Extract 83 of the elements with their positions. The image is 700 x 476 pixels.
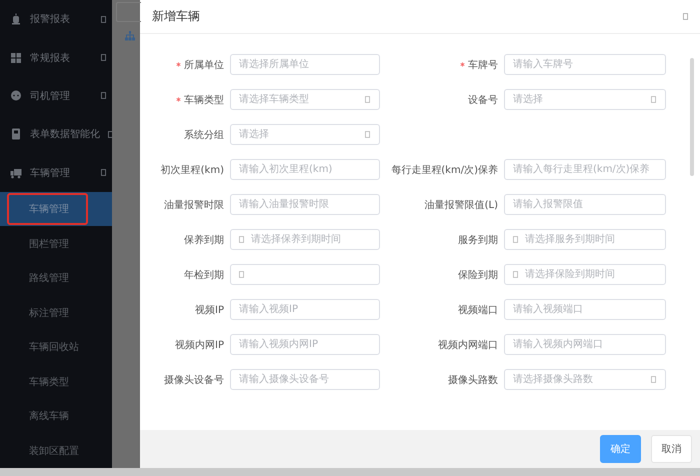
input-field[interactable]: 请输入油量报警时限 — [230, 194, 380, 215]
select-field[interactable]: 请选择摄像头路数 — [504, 369, 666, 390]
input-field[interactable]: 请输入视频内网端口 — [504, 334, 666, 355]
field-label: 视频端口 — [458, 304, 498, 316]
input-field[interactable]: 请输入摄像头设备号 — [230, 369, 380, 390]
menu-item[interactable]: 表单数据智能化 — [0, 115, 112, 154]
menu-item[interactable]: 常规报表 — [0, 38, 112, 77]
input-field[interactable]: 请输入视频端口 — [504, 299, 666, 320]
field-label: 车牌号 — [468, 58, 498, 72]
submenu-item[interactable]: 路线管理 — [0, 260, 112, 296]
input-field[interactable]: 请输入每行走里程(km/次)保养 — [504, 159, 666, 180]
submenu-item[interactable]: 车辆管理 — [0, 192, 112, 226]
square-icon — [101, 92, 106, 100]
field-label: 保养到期 — [184, 234, 224, 246]
menu-item[interactable]: 司机管理 — [0, 76, 112, 116]
tree-icon — [125, 31, 135, 41]
input-field[interactable]: 请输入视频内网IP — [230, 334, 380, 355]
date-field[interactable]: 请选择服务到期时间 — [504, 229, 666, 250]
field-label: 油量报警时限 — [164, 198, 224, 212]
menu-label: 车辆管理 — [30, 166, 71, 180]
scrollbar[interactable] — [690, 58, 694, 176]
menu-label: 常规报表 — [30, 52, 71, 65]
square-icon — [513, 236, 518, 243]
square-icon — [239, 271, 244, 278]
field-label: 服务到期 — [458, 234, 498, 246]
menu-label: 司机管理 — [30, 90, 71, 103]
select-field[interactable]: 请选择车辆类型 — [230, 89, 380, 110]
field-label: 视频内网IP — [175, 338, 224, 352]
field-label: 摄像头路数 — [448, 374, 498, 386]
date-field[interactable]: 请选择保养到期时间 — [230, 229, 380, 250]
grid-icon — [10, 52, 22, 64]
submenu-item[interactable]: 标注管理 — [0, 295, 112, 330]
truck-icon — [10, 166, 22, 179]
field-label: 视频IP — [195, 304, 224, 316]
dialog-title: 新增车辆 — [152, 8, 200, 25]
field-label: 每行走里程(km/次)保养 — [391, 164, 498, 176]
field-label: 摄像头设备号 — [164, 374, 224, 386]
field-label: 所属单位 — [184, 58, 224, 72]
field-label: 保险到期 — [458, 268, 498, 282]
field-label: 系统分组 — [184, 128, 224, 142]
menu-item[interactable]: 车辆管理 — [0, 154, 112, 192]
input-field[interactable]: 请输入视频IP — [230, 299, 380, 320]
menu-label: 报警报表 — [30, 12, 71, 26]
square-icon — [101, 169, 106, 176]
submenu-item[interactable]: 围栏管理 — [0, 226, 112, 261]
close-icon[interactable] — [683, 13, 688, 20]
square-icon — [101, 16, 106, 23]
date-field[interactable] — [230, 264, 380, 285]
square-icon — [651, 96, 656, 103]
input-field[interactable]: 请选择所属单位 — [230, 54, 380, 75]
select-field[interactable]: 请选择 — [504, 89, 666, 110]
field-label: 年检到期 — [184, 268, 224, 282]
field-label: 油量报警限值(L) — [424, 198, 498, 212]
cancel-button[interactable]: 取消 — [651, 435, 692, 463]
date-field[interactable]: 请选择保险到期时间 — [504, 264, 666, 285]
square-icon — [365, 131, 370, 138]
square-icon — [365, 96, 370, 103]
select-field[interactable]: 请选择 — [230, 124, 380, 145]
field-label: 设备号 — [468, 94, 498, 106]
submenu-item[interactable]: 车辆类型 — [0, 364, 112, 399]
required-icon — [176, 62, 181, 67]
confirm-button[interactable]: 确定 — [600, 435, 641, 463]
square-icon — [513, 271, 518, 278]
submenu-item[interactable]: 装卸区配置 — [0, 433, 112, 468]
submenu-item[interactable]: 车辆回收站 — [0, 330, 112, 364]
field-label: 初次里程(km) — [160, 164, 224, 176]
square-icon — [651, 376, 656, 383]
bell-icon — [10, 13, 22, 26]
required-icon — [460, 62, 465, 67]
menu-item[interactable]: 报警报表 — [0, 0, 112, 38]
document-icon — [10, 128, 22, 140]
menu-label: 表单数据智能化 — [30, 128, 100, 142]
square-icon — [239, 236, 244, 243]
horizontal-scrollbar[interactable] — [0, 468, 700, 476]
field-label: 车辆类型 — [184, 94, 224, 106]
input-field[interactable]: 请输入车牌号 — [504, 54, 666, 75]
input-field[interactable]: 请输入报警限值 — [504, 194, 666, 215]
submenu-item[interactable]: 离线车辆 — [0, 398, 112, 434]
field-label: 视频内网端口 — [438, 338, 498, 352]
square-icon — [101, 54, 106, 62]
required-icon — [176, 97, 181, 102]
input-field[interactable]: 请输入初次里程(km) — [230, 159, 380, 180]
chat-icon — [10, 90, 22, 102]
